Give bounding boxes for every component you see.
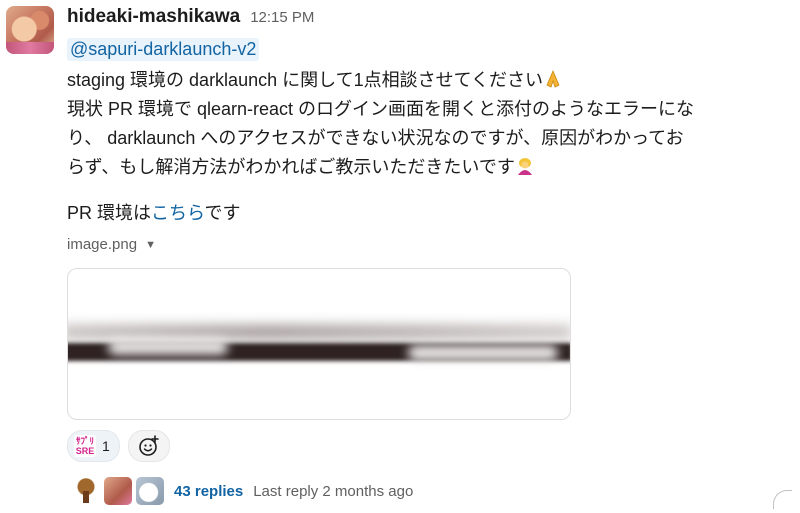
attachment-image[interactable]	[67, 268, 571, 420]
folded-hands-icon	[546, 69, 560, 88]
author-avatar[interactable]	[6, 6, 54, 54]
message-text: り、 darklaunch へのアクセスができない状況なのですが、原因がわかって…	[67, 128, 684, 148]
chevron-down-icon[interactable]: ▼	[145, 239, 156, 251]
participant-avatar	[136, 477, 164, 505]
scroll-corner	[773, 490, 792, 509]
message-timestamp[interactable]: 12:15 PM	[250, 9, 314, 26]
emoji-text-top: ｻﾌﾟﾘ	[75, 436, 94, 446]
sapuri-sre-emoji-icon: ｻﾌﾟﾘ SRE	[74, 435, 96, 457]
reaction-sapuri-sre[interactable]: ｻﾌﾟﾘ SRE 1	[67, 430, 120, 462]
attachment-filename[interactable]: image.png	[67, 236, 137, 253]
thread-participant-avatars	[72, 477, 164, 505]
thread-replies-link[interactable]: 43 replies	[174, 483, 243, 500]
message-body: staging 環境の darklaunch に関して1点相談させてください 現…	[67, 66, 787, 182]
message-text: らず、もし解消方法がわかればご教示いただきたいです	[67, 157, 515, 177]
pr-prefix-text: PR 環境は	[67, 203, 152, 223]
add-reaction-button[interactable]	[127, 430, 170, 462]
pr-environment-line: PR 環境はこちらです	[67, 199, 240, 225]
reaction-count: 1	[102, 438, 110, 454]
reactions-bar: ｻﾌﾟﾘ SRE 1	[67, 430, 170, 462]
message-header: hideaki-mashikawa 12:15 PM	[67, 6, 314, 30]
redacted-area	[408, 345, 558, 361]
participant-avatar	[104, 477, 132, 505]
redacted-area	[68, 325, 570, 339]
add-emoji-icon	[138, 435, 159, 456]
emoji-text-bottom: SRE	[75, 446, 95, 456]
message-line: staging 環境の darklaunch に関して1点相談させてください	[67, 66, 787, 95]
message-line: 現状 PR 環境で qlearn-react のログイン画面を開くと添付のような…	[67, 95, 787, 124]
participant-avatar	[72, 477, 100, 505]
person-bowing-icon	[517, 158, 532, 175]
message-line: らず、もし解消方法がわかればご教示いただきたいです	[67, 153, 787, 182]
author-name[interactable]: hideaki-mashikawa	[67, 6, 240, 28]
redacted-area	[108, 339, 228, 355]
pr-suffix-text: です	[204, 203, 241, 223]
user-group-mention[interactable]: @sapuri-darklaunch-v2	[67, 38, 260, 61]
message-line: り、 darklaunch へのアクセスができない状況なのですが、原因がわかって…	[67, 124, 787, 153]
message-text: staging 環境の darklaunch に関して1点相談させてください	[67, 70, 544, 90]
attachment-header[interactable]: image.png ▼	[67, 236, 156, 253]
thread-last-reply: Last reply 2 months ago	[253, 482, 414, 500]
message-text: 現状 PR 環境で qlearn-react のログイン画面を開くと添付のような…	[67, 99, 695, 119]
pr-environment-link[interactable]: こちら	[151, 203, 204, 223]
thread-summary[interactable]: 43 replies Last reply 2 months ago	[72, 477, 413, 505]
